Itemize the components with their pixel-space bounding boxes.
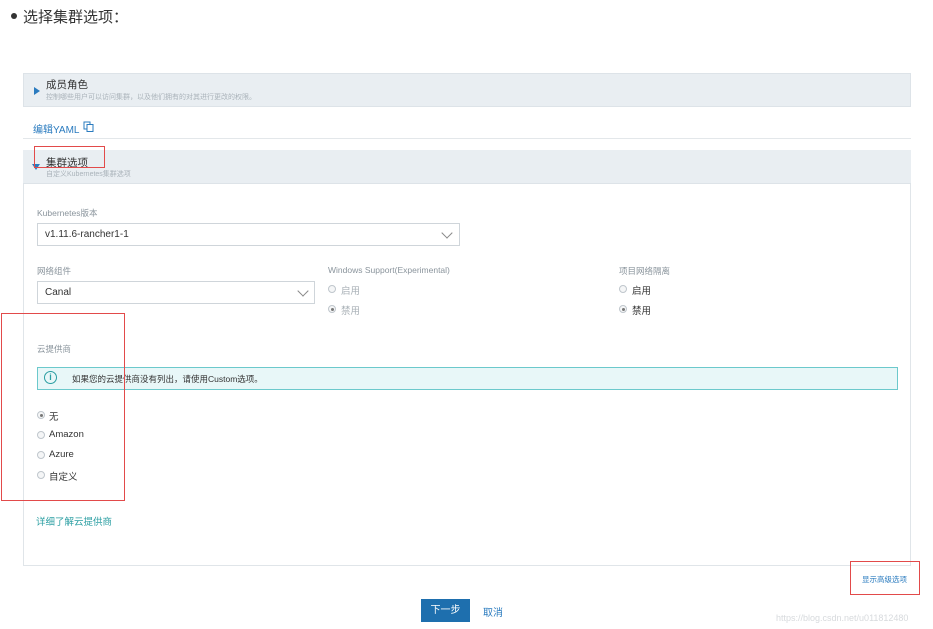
isolation-disable-radio[interactable]	[619, 305, 627, 313]
instruction-text: 选择集群选项：	[23, 9, 129, 26]
show-advanced-options-link[interactable]: 显示高级选项	[862, 574, 907, 585]
bullet-dot	[11, 13, 17, 19]
project-isolation-label: 项目网络隔离	[619, 266, 671, 276]
expand-arrow-icon[interactable]	[34, 87, 40, 95]
windows-enable-label: 启用	[341, 286, 361, 297]
watermark: https://blog.csdn.net/u011812480	[776, 613, 909, 623]
cluster-options-description: 自定义Kubernetes集群选项	[46, 171, 131, 178]
network-provider-label: 网络组件	[37, 266, 72, 276]
divider	[23, 138, 911, 139]
cluster-options-header[interactable]	[23, 150, 911, 184]
windows-support-label: Windows Support(Experimental)	[328, 265, 450, 275]
kubernetes-version-label: Kubernetes版本	[37, 208, 98, 218]
kubernetes-version-select[interactable]: v1.11.6-rancher1-1	[37, 223, 460, 246]
kubernetes-version-value: v1.11.6-rancher1-1	[45, 229, 129, 240]
windows-disable-label: 禁用	[341, 306, 361, 317]
windows-enable-radio[interactable]	[328, 285, 336, 293]
member-roles-description: 控制哪些用户可以访问集群，以及他们拥有的对其进行更改的权限。	[46, 94, 256, 101]
isolation-enable-label: 启用	[632, 286, 652, 297]
chevron-down-icon	[441, 227, 453, 239]
network-provider-select[interactable]: Canal	[37, 281, 315, 304]
copy-icon[interactable]	[83, 121, 94, 132]
annotation-box-cloud-provider	[1, 313, 125, 501]
cancel-button[interactable]: 取消	[483, 604, 503, 619]
edit-yaml-link[interactable]: 编辑YAML	[33, 121, 80, 136]
windows-disable-radio[interactable]	[328, 305, 336, 313]
annotation-box-cluster-options	[34, 146, 105, 168]
member-roles-title: 成员角色	[46, 79, 88, 91]
isolation-enable-radio[interactable]	[619, 285, 627, 293]
cluster-options-panel	[23, 150, 911, 566]
chevron-down-icon	[297, 285, 309, 297]
learn-more-cloud-link[interactable]: 详细了解云提供商	[36, 514, 112, 528]
next-button[interactable]: 下一步	[421, 599, 470, 622]
isolation-disable-label: 禁用	[632, 306, 652, 317]
network-provider-value: Canal	[45, 287, 72, 298]
